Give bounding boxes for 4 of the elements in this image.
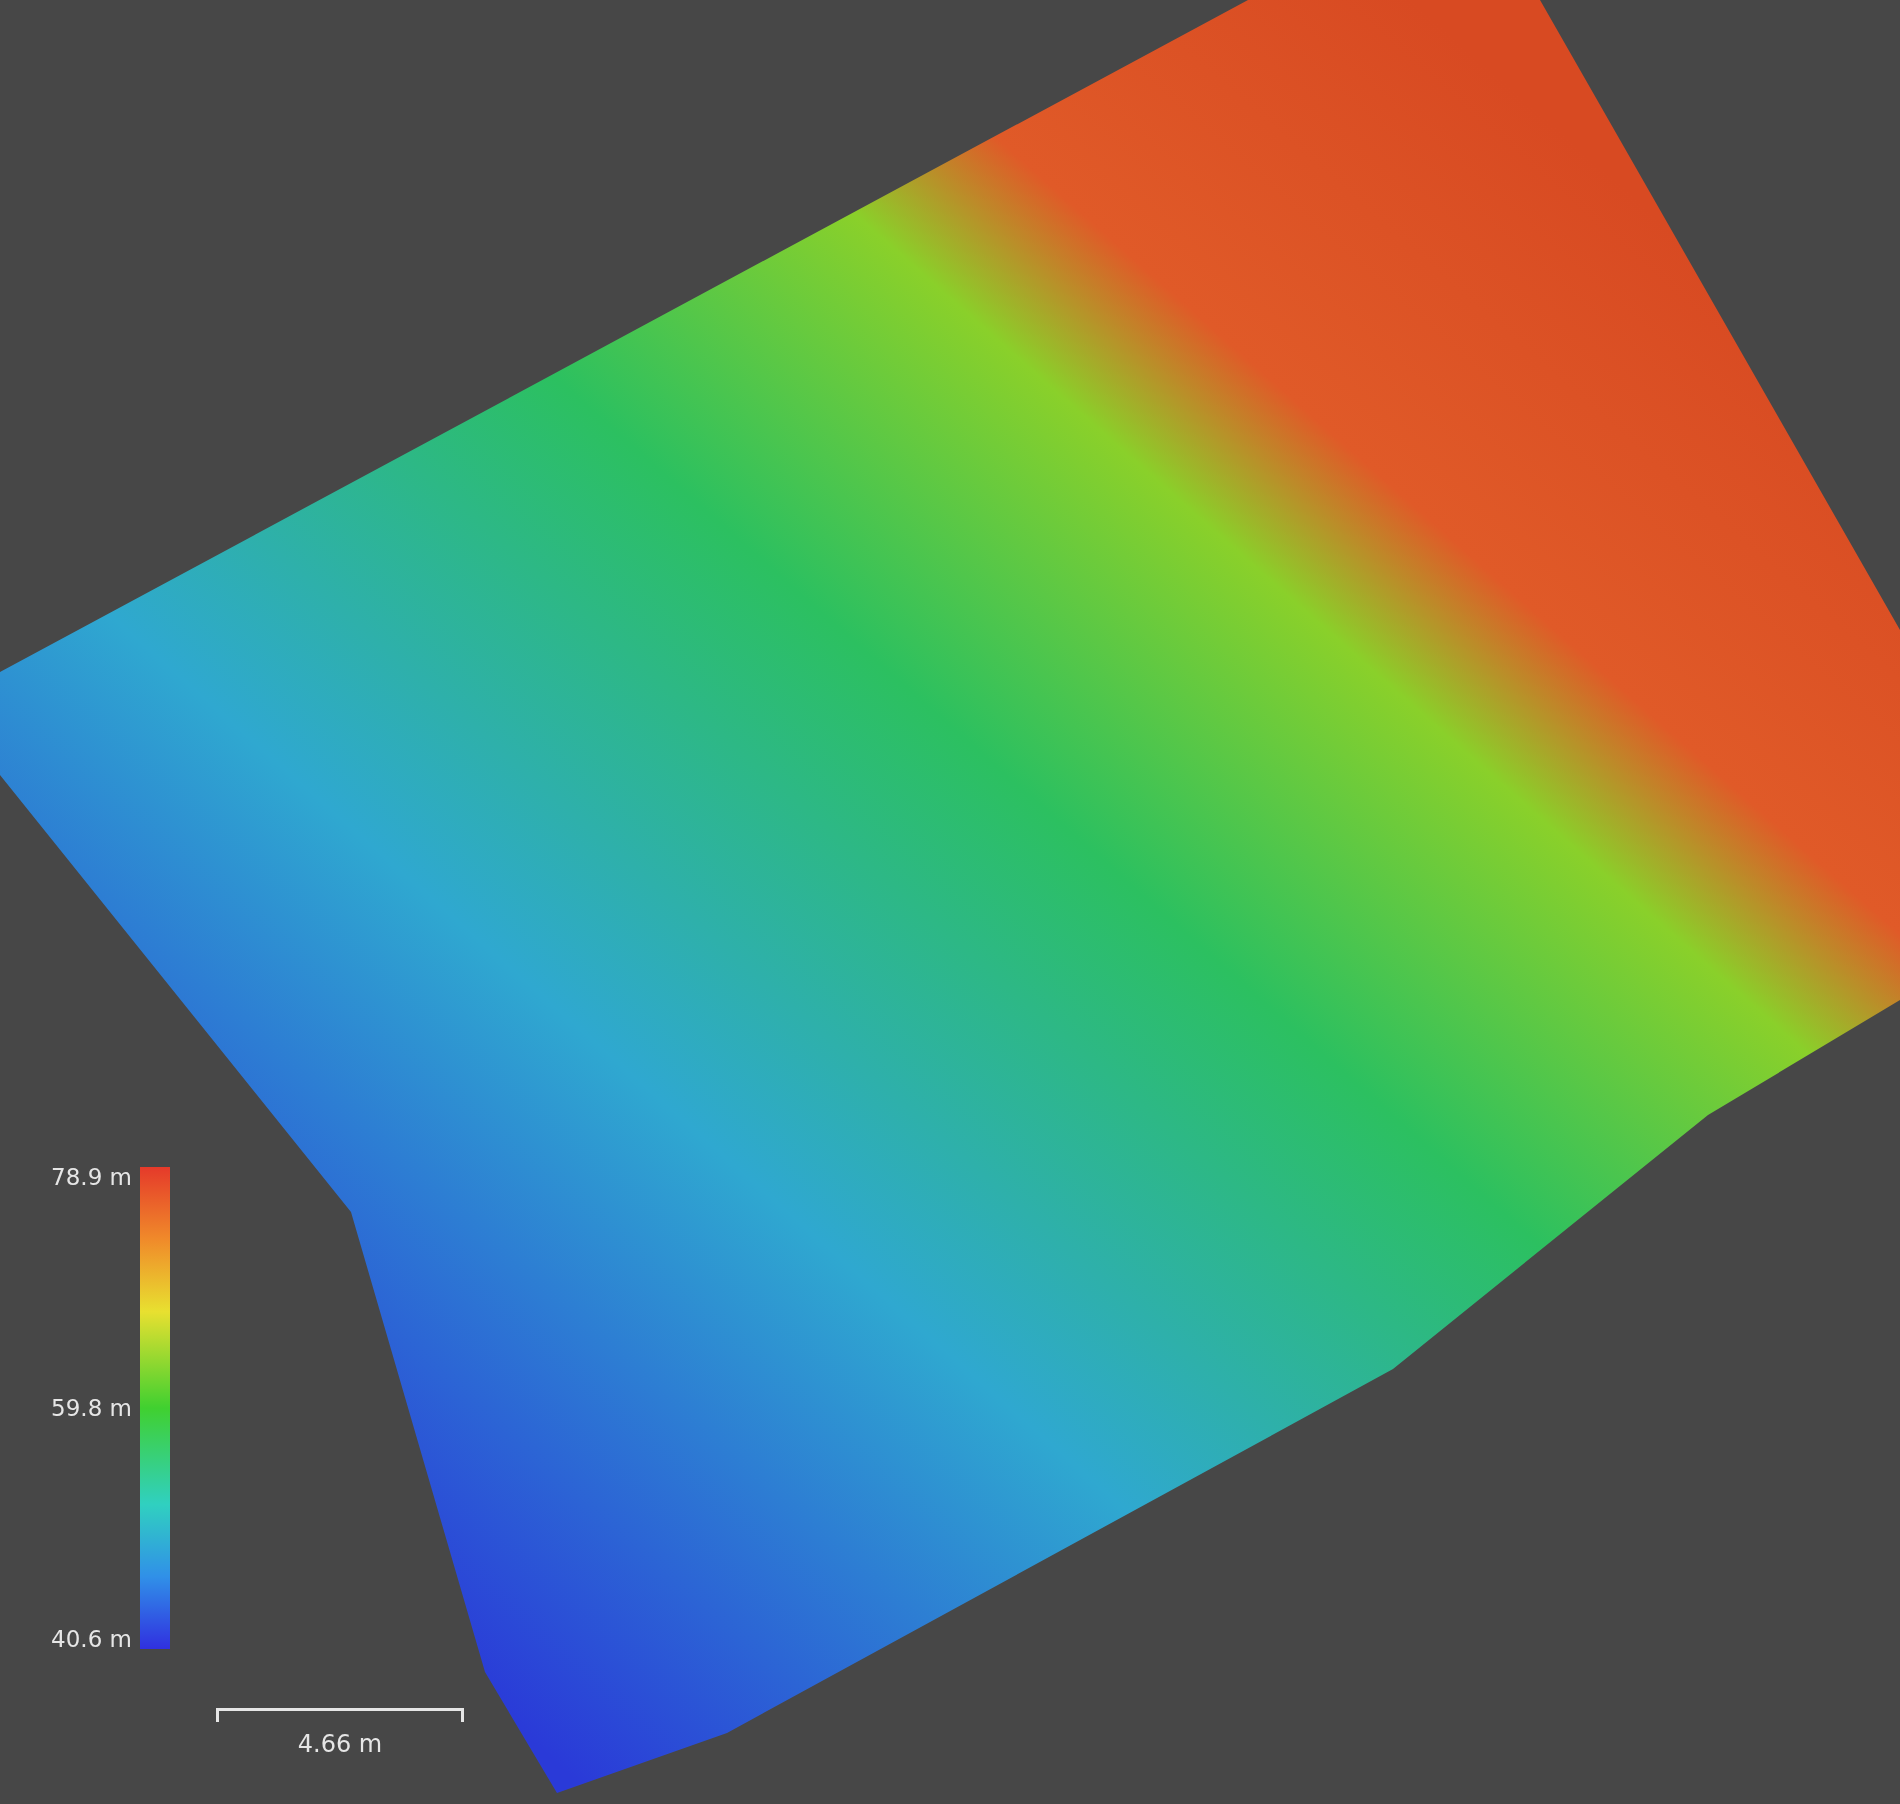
legend-label: 78.9 m xyxy=(50,1163,132,1192)
legend-label: 40.6 m xyxy=(50,1624,132,1654)
legend-label: 59.8 m xyxy=(50,1393,132,1423)
scale-bar-label: 4.66 m xyxy=(296,1729,384,1760)
